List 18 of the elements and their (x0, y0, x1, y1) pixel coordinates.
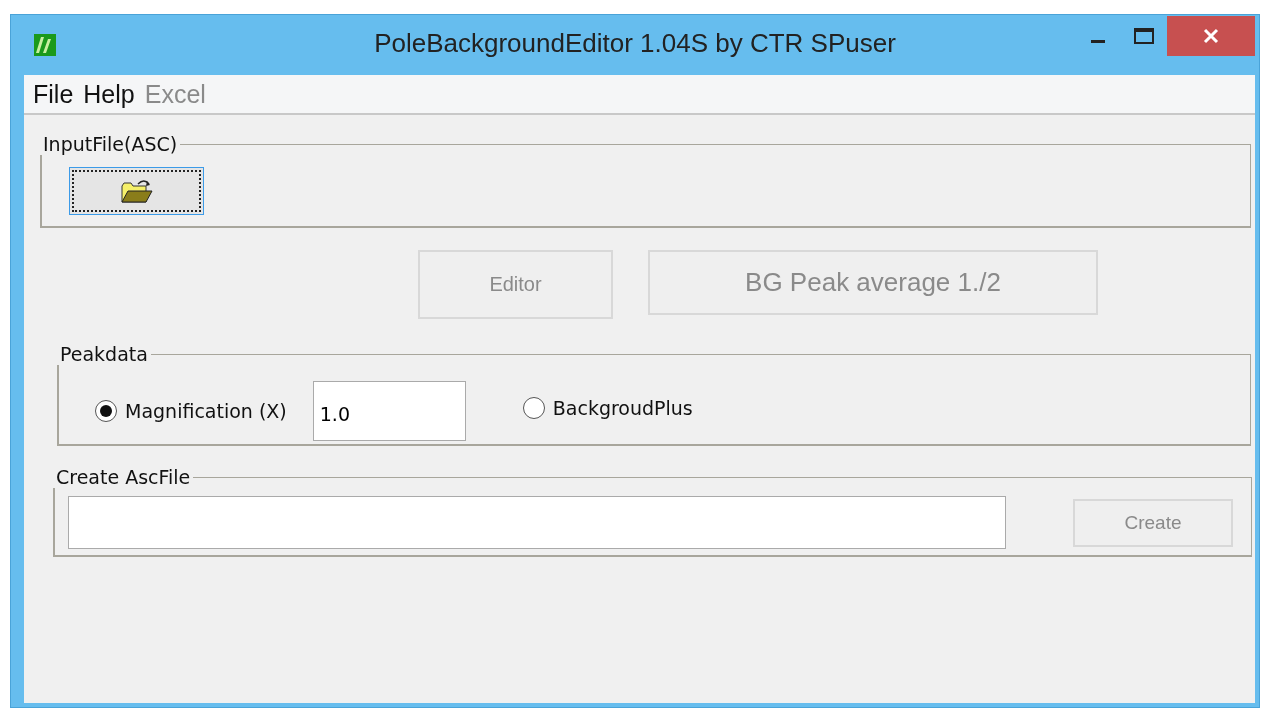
folder-icon (119, 178, 154, 204)
app-icon (33, 33, 57, 57)
group-title: Peakdata (59, 343, 149, 365)
close-icon (1203, 28, 1219, 44)
radio-label: BackgroudPlus (552, 397, 693, 419)
open-file-button[interactable] (69, 167, 204, 215)
radio-label: Magnification (X) (125, 400, 287, 422)
minimize-icon (1091, 40, 1105, 43)
group-title: Create AscFile (55, 466, 192, 488)
output-path-field[interactable] (68, 496, 1006, 549)
magnification-field[interactable]: 1.0 (312, 381, 466, 441)
radio-button[interactable] (95, 400, 117, 422)
menu-item[interactable]: Help (83, 79, 135, 109)
menu-item[interactable]: File (33, 79, 74, 109)
maximize-icon (1134, 28, 1154, 44)
radio-button[interactable] (522, 397, 545, 419)
window-title: PoleBackgroundEditor 1.04S by CTR SPuser (374, 28, 896, 59)
group-title: InputFile(ASC) (42, 133, 179, 155)
